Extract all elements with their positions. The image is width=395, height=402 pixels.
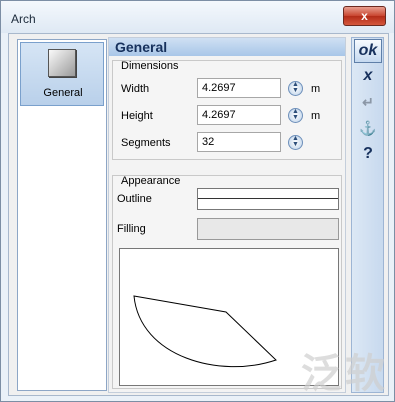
arch-dialog: Arch x General General Dimensions Width … [0, 0, 395, 402]
square-gradient-icon [48, 49, 76, 77]
sidebar-item-label: General [43, 87, 83, 99]
outline-style-picker[interactable] [197, 188, 339, 210]
action-toolbar: ok x ↵ ⚓ ? [351, 37, 384, 393]
filling-label: Filling [117, 223, 146, 235]
panel-title: General [115, 39, 168, 55]
title-bar: Arch x [1, 1, 394, 33]
segments-label: Segments [121, 137, 171, 149]
dimensions-group-title: Dimensions [121, 60, 179, 72]
window-title: Arch [11, 12, 36, 26]
height-unit: m [311, 110, 321, 122]
close-button[interactable]: x [343, 6, 386, 26]
anchor-icon[interactable]: ⚓ [354, 117, 382, 141]
outline-style-swatch [198, 198, 338, 199]
height-label: Height [121, 110, 153, 122]
help-icon[interactable]: ? [354, 143, 382, 167]
cancel-icon[interactable]: x [354, 65, 382, 89]
general-panel: General Dimensions Width 4.2697 ▲ ▼ m Hei… [108, 37, 346, 393]
outline-label: Outline [117, 193, 152, 205]
dimensions-group: Dimensions Width 4.2697 ▲ ▼ m Height 4.26… [112, 60, 342, 160]
segments-field[interactable]: 32 [197, 132, 281, 152]
panel-header: General [109, 38, 345, 56]
height-field[interactable]: 4.2697 [197, 105, 281, 125]
close-icon: x [361, 9, 368, 23]
segments-spinner[interactable]: ▲ ▼ [288, 135, 303, 150]
height-spinner[interactable]: ▲ ▼ [288, 108, 303, 123]
watermark-logo: 泛软 [301, 352, 389, 396]
width-label: Width [121, 83, 150, 95]
appearance-group-title: Appearance [121, 175, 181, 187]
width-spinner[interactable]: ▲ ▼ [288, 81, 303, 96]
ok-button[interactable]: ok [354, 39, 382, 63]
filling-style-picker[interactable] [197, 218, 339, 240]
category-sidebar: General [17, 39, 107, 391]
width-unit: m [311, 83, 321, 95]
sidebar-item-general[interactable]: General [20, 42, 104, 106]
width-field[interactable]: 4.2697 [197, 78, 281, 98]
apply-icon[interactable]: ↵ [354, 91, 382, 115]
